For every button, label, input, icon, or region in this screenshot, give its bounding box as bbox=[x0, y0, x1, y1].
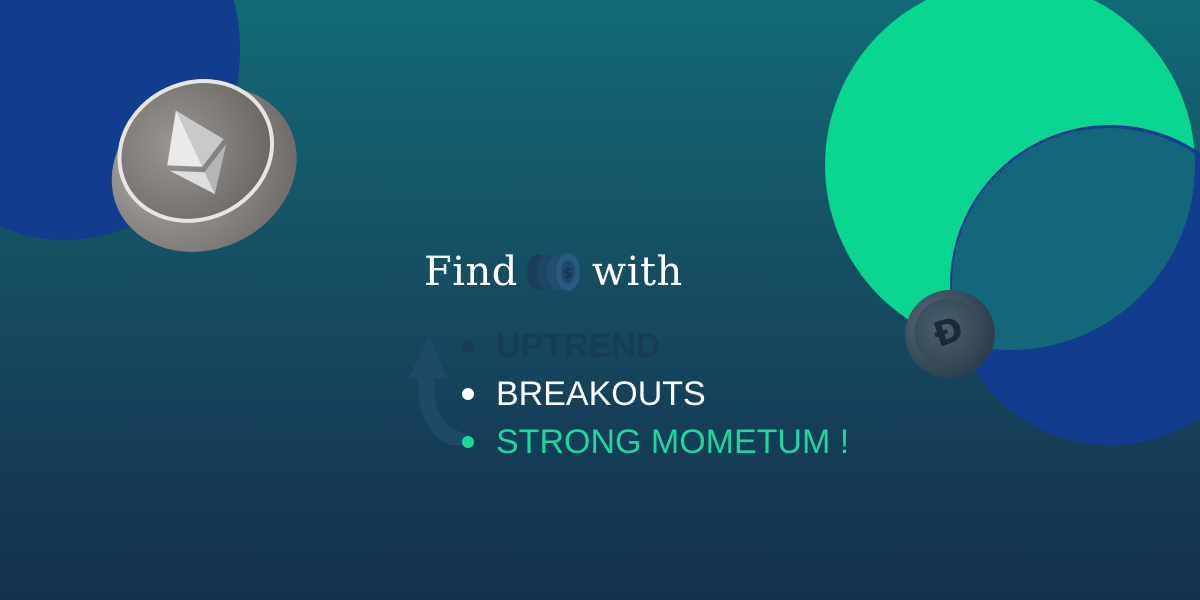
list-item-label: BREAKOUTS bbox=[496, 375, 706, 413]
headline-word-with: with bbox=[591, 249, 683, 295]
circle-overlap-region bbox=[952, 128, 1200, 442]
bullet-dot bbox=[462, 436, 474, 448]
feature-list: UPTREND BREAKOUTS STRONG MOMETUM ! bbox=[462, 322, 849, 466]
list-item-uptrend: UPTREND bbox=[462, 322, 849, 370]
banner: Đ Find $ with UPTREND BREAKOUTS STRONG M… bbox=[0, 0, 1200, 600]
headline: Find $ with bbox=[424, 246, 683, 298]
headline-word-find: Find bbox=[424, 249, 518, 295]
coins-stack-icon: $ bbox=[526, 253, 580, 291]
list-item-label: STRONG MOMETUM ! bbox=[496, 423, 850, 461]
list-item-breakouts: BREAKOUTS bbox=[462, 370, 849, 418]
bullet-dot bbox=[462, 388, 474, 400]
svg-text:$: $ bbox=[563, 266, 573, 282]
list-item-strong-momentum: STRONG MOMETUM ! bbox=[462, 418, 849, 466]
list-item-label: UPTREND bbox=[496, 327, 661, 365]
bullet-dot bbox=[462, 340, 474, 352]
